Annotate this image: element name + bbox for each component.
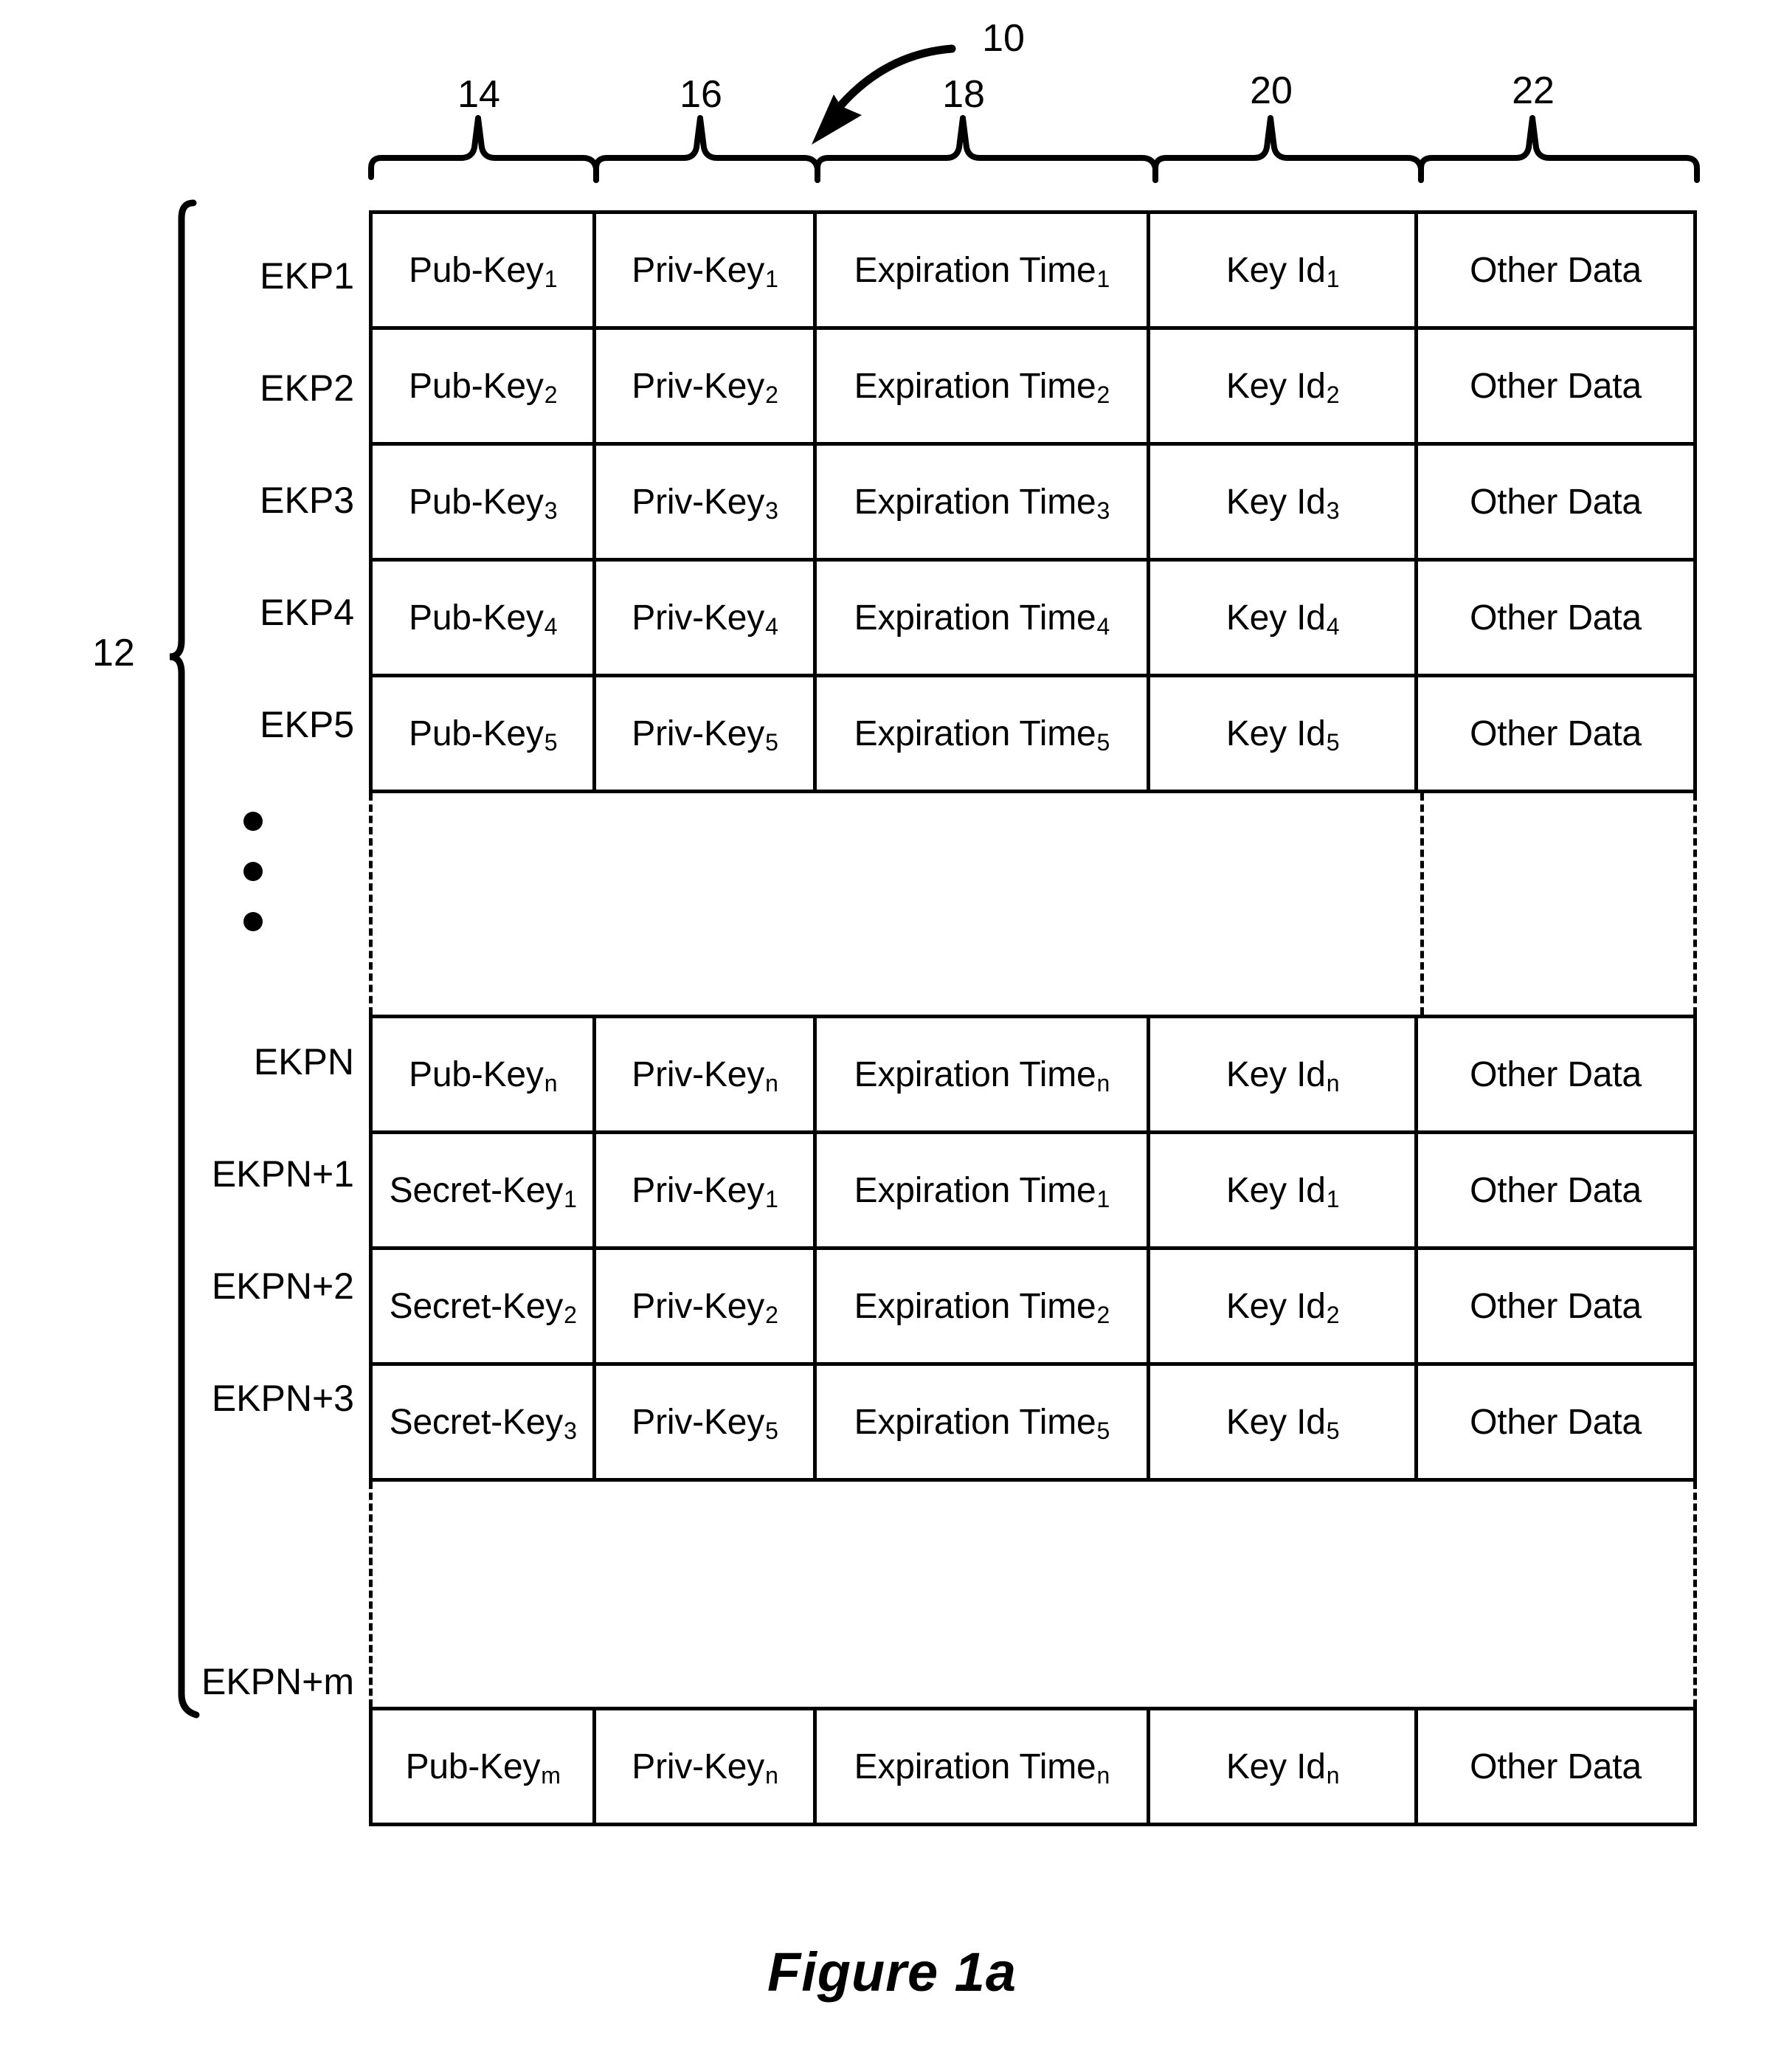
table-row: Secret-Key 3 Priv-Key 5 Expiration Time 5 K… [369, 1366, 1697, 1482]
ref-number-22: 22 [1512, 69, 1555, 112]
cell-key-id: Key Id 5 [1150, 1366, 1419, 1478]
cell-key-id: Key Id 4 [1150, 562, 1419, 674]
table-group-top: Pub-Key 1 Priv-Key 1 Expiration Time 1 Key … [369, 210, 1697, 793]
row-label-ekpn3: EKPN+3 [211, 1378, 354, 1419]
cell-pub-key: Pub-Key n [373, 1018, 597, 1130]
ellipsis-dot [243, 862, 263, 881]
cell-other-data: Other Data [1470, 1747, 1642, 1786]
cell-key-id: Key Id n [1150, 1710, 1419, 1823]
cell-expiration-time: Expiration Time 5 [817, 1366, 1151, 1478]
cell-other-data: Other Data [1470, 598, 1642, 638]
cell-priv-key: Priv-Key 4 [596, 562, 817, 674]
cell-other-data: Other Data [1470, 482, 1642, 522]
cell-priv-key: Priv-Key 2 [596, 1250, 817, 1362]
cell-other-data: Other Data [1470, 1402, 1642, 1442]
cell-key-id: Key Id 5 [1150, 677, 1419, 790]
cell-pub-key: Pub-Key 5 [373, 677, 597, 790]
dashed-border-right [1693, 1482, 1697, 1707]
figure-caption: Figure 1a [767, 1941, 1017, 2003]
table-group-last: Pub-Key m Priv-Key n Expiration Time n Key … [369, 1707, 1697, 1826]
table-row: Pub-Key 2 Priv-Key 2 Expiration Time 2 Key … [369, 330, 1697, 446]
cell-secret-key: Secret-Key 1 [373, 1134, 597, 1246]
table-row: Secret-Key 2 Priv-Key 2 Expiration Time 2 K… [369, 1250, 1697, 1366]
cell-pub-key: Pub-Key 3 [373, 446, 597, 558]
row-labels-column: EKP1 EKP2 EKP3 EKP4 EKP5 EKPN EKPN+1 EKP… [0, 210, 354, 1702]
cell-other-data: Other Data [1470, 250, 1642, 290]
cell-other-data: Other Data [1470, 1286, 1642, 1326]
row-label-ekp4: EKP4 [260, 592, 354, 633]
patent-figure: 14 16 18 20 22 10 12 EKP1 EKP2 EKP3 EKP4… [0, 0, 1784, 2072]
cell-expiration-time: Expiration Time 4 [817, 562, 1151, 674]
cell-expiration-time: Expiration Time 1 [817, 1134, 1151, 1246]
cell-priv-key: Priv-Key n [596, 1710, 817, 1823]
table-row: Pub-Key n Priv-Key n Expiration Time n Key … [369, 1015, 1697, 1134]
cell-expiration-time: Expiration Time 3 [817, 446, 1151, 558]
row-label-ekpnm: EKPN+m [201, 1661, 354, 1702]
cell-pub-key: Pub-Key 1 [373, 214, 597, 326]
ref-number-20: 20 [1250, 69, 1293, 112]
table-continuation-gap-lower [369, 1482, 1697, 1707]
cell-priv-key: Priv-Key 3 [596, 446, 817, 558]
cell-key-id: Key Id 2 [1150, 1250, 1419, 1362]
cell-priv-key: Priv-Key n [596, 1018, 817, 1130]
table-row: Pub-Key 3 Priv-Key 3 Expiration Time 3 Key … [369, 446, 1697, 562]
row-label-ekp5: EKP5 [260, 704, 354, 745]
cell-other-data: Other Data [1470, 714, 1642, 753]
cell-key-id: Key Id 3 [1150, 446, 1419, 558]
cell-priv-key: Priv-Key 5 [596, 677, 817, 790]
table-group-middle: Pub-Key n Priv-Key n Expiration Time n Key … [369, 1015, 1697, 1482]
cell-key-id: Key Id 1 [1150, 214, 1419, 326]
dashed-border-left [369, 793, 373, 1015]
cell-expiration-time: Expiration Time 2 [817, 330, 1151, 442]
table-row: Secret-Key 1 Priv-Key 1 Expiration Time 1 K… [369, 1134, 1697, 1250]
table-row: Pub-Key 1 Priv-Key 1 Expiration Time 1 Key … [369, 210, 1697, 330]
cell-priv-key: Priv-Key 1 [596, 1134, 817, 1246]
dashed-border-left [369, 1482, 373, 1707]
dashed-border-right [1693, 793, 1697, 1015]
cell-other-data: Other Data [1470, 1054, 1642, 1094]
cell-expiration-time: Expiration Time n [817, 1018, 1151, 1130]
ref-number-16: 16 [680, 73, 722, 116]
ellipsis-dot [243, 912, 263, 931]
cell-expiration-time: Expiration Time 5 [817, 677, 1151, 790]
row-label-ekp3: EKP3 [260, 480, 354, 521]
dashed-border-mid [1420, 793, 1424, 1015]
row-label-ekp2: EKP2 [260, 367, 354, 409]
cell-secret-key: Secret-Key 3 [373, 1366, 597, 1478]
row-label-ekpn1: EKPN+1 [211, 1153, 354, 1195]
key-pair-table: Pub-Key 1 Priv-Key 1 Expiration Time 1 Key … [369, 210, 1697, 1826]
cell-expiration-time: Expiration Time n [817, 1710, 1151, 1823]
cell-key-id: Key Id 1 [1150, 1134, 1419, 1246]
cell-expiration-time: Expiration Time 1 [817, 214, 1151, 326]
cell-key-id: Key Id 2 [1150, 330, 1419, 442]
row-label-ekp1: EKP1 [260, 255, 354, 297]
row-label-ekpn: EKPN [253, 1041, 354, 1082]
cell-pub-key: Pub-Key m [373, 1710, 597, 1823]
arrowhead [812, 94, 862, 145]
table-row: Pub-Key 5 Priv-Key 5 Expiration Time 5 Key … [369, 677, 1697, 793]
row-label-ekpn2: EKPN+2 [211, 1265, 354, 1307]
cell-other-data: Other Data [1470, 366, 1642, 406]
cell-priv-key: Priv-Key 2 [596, 330, 817, 442]
cell-key-id: Key Id n [1150, 1018, 1419, 1130]
cell-priv-key: Priv-Key 1 [596, 214, 817, 326]
cell-pub-key: Pub-Key 2 [373, 330, 597, 442]
cell-secret-key: Secret-Key 2 [373, 1250, 597, 1362]
ref-number-14: 14 [457, 73, 500, 116]
cell-other-data: Other Data [1470, 1170, 1642, 1210]
ref-number-10: 10 [982, 17, 1025, 60]
vertical-ellipsis [243, 812, 263, 962]
cell-priv-key: Priv-Key 5 [596, 1366, 817, 1478]
ref-number-18: 18 [942, 73, 985, 116]
cell-expiration-time: Expiration Time 2 [817, 1250, 1151, 1362]
table-row: Pub-Key 4 Priv-Key 4 Expiration Time 4 Key … [369, 562, 1697, 677]
table-continuation-gap-upper [369, 793, 1697, 1015]
ellipsis-dot [243, 812, 263, 831]
cell-pub-key: Pub-Key 4 [373, 562, 597, 674]
table-row: Pub-Key m Priv-Key n Expiration Time n Key … [369, 1707, 1697, 1826]
